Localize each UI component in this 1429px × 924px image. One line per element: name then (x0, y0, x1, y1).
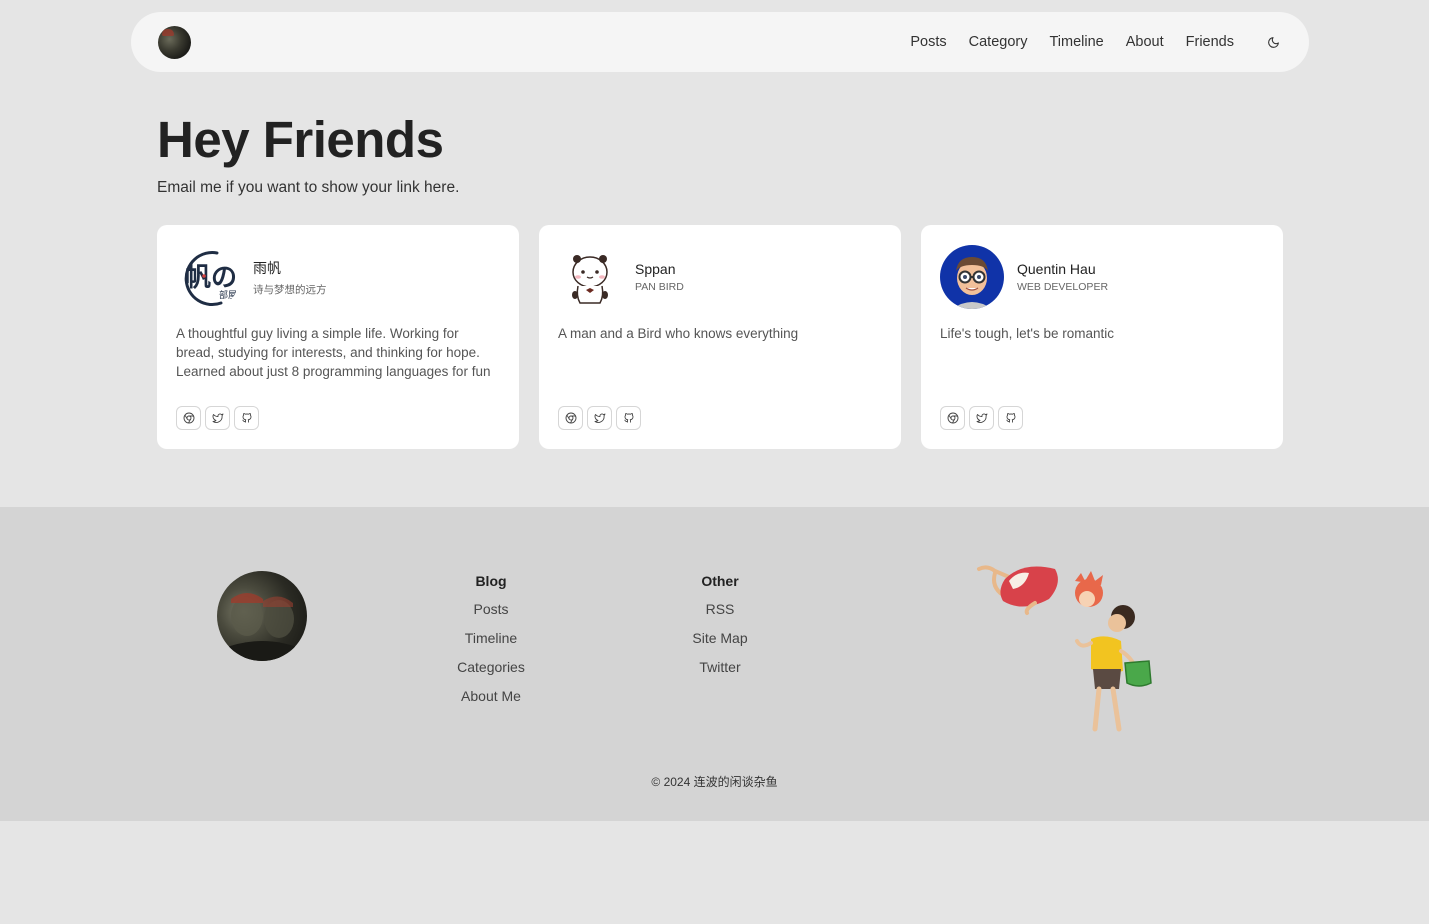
friend-links (558, 406, 641, 430)
github-icon (241, 413, 251, 423)
copyright-text: © 2024 连波的闲谈杂鱼 (651, 775, 778, 789)
moon-icon (1267, 36, 1279, 48)
avatar[interactable] (940, 245, 1004, 309)
portrait-image (217, 593, 307, 661)
footer-link-about-me[interactable]: About Me (441, 687, 541, 705)
footer-avatar (217, 571, 307, 661)
footer-blog-column: Blog Posts Timeline Categories About Me (441, 573, 541, 716)
friend-links (176, 406, 259, 430)
friend-name[interactable]: 雨帆 (253, 258, 327, 278)
twitter-icon (594, 413, 605, 423)
github-icon (623, 413, 633, 423)
website-link-button[interactable] (176, 406, 201, 430)
footer-other-column: Other RSS Site Map Twitter (670, 573, 770, 687)
friend-description: Life's tough, let's be romantic (940, 326, 1114, 341)
top-navbar: Posts Category Timeline About Friends (131, 12, 1309, 72)
twitter-link-button[interactable] (587, 406, 612, 430)
chrome-icon (183, 412, 194, 424)
footer-link-twitter[interactable]: Twitter (670, 658, 770, 676)
avatar-logo-subtext: 部屋 (219, 289, 237, 301)
nav-link-posts[interactable]: Posts (910, 34, 946, 50)
nav-link-timeline[interactable]: Timeline (1049, 34, 1103, 50)
website-link-button[interactable] (558, 406, 583, 430)
site-footer: Blog Posts Timeline Categories About Me … (0, 507, 1429, 821)
footer-link-timeline[interactable]: Timeline (441, 629, 541, 647)
website-link-button[interactable] (940, 406, 965, 430)
friend-description: A thoughtful guy living a simple life. W… (176, 326, 491, 379)
nav-link-friends[interactable]: Friends (1186, 34, 1234, 50)
github-link-button[interactable] (616, 406, 641, 430)
footer-link-posts[interactable]: Posts (441, 600, 541, 618)
ponyo-illustration (975, 559, 1155, 744)
friend-card-sppan[interactable]: Sppan PAN BIRD A man and a Bird who know… (539, 225, 901, 449)
friend-role: 诗与梦想的远方 (253, 283, 327, 296)
friend-description: A man and a Bird who knows everything (558, 326, 799, 341)
theme-toggle-button[interactable] (1264, 33, 1282, 51)
fan-logo-icon: 帆の 部屋 (184, 251, 237, 307)
twitter-icon (976, 413, 987, 423)
friend-role: PAN BIRD (635, 281, 684, 293)
footer-link-categories[interactable]: Categories (441, 658, 541, 676)
nav-links: Posts Category Timeline About Friends (888, 33, 1282, 51)
avatar-logo-text: 帆の (185, 263, 237, 293)
twitter-link-button[interactable] (969, 406, 994, 430)
chrome-icon (947, 412, 958, 424)
page-subtitle: Email me if you want to show your link h… (157, 179, 460, 196)
avatar[interactable] (558, 245, 622, 309)
github-link-button[interactable] (234, 406, 259, 430)
friend-card-yufan[interactable]: 帆の 部屋 雨帆 诗与梦想的远方 A thoughtful guy living… (157, 225, 519, 449)
nav-link-category[interactable]: Category (969, 34, 1028, 50)
footer-heading-other: Other (701, 573, 739, 589)
footer-link-rss[interactable]: RSS (670, 600, 770, 618)
friend-name[interactable]: Sppan (635, 261, 684, 277)
github-link-button[interactable] (998, 406, 1023, 430)
panda-avatar-icon (572, 255, 608, 304)
footer-link-site-map[interactable]: Site Map (670, 629, 770, 647)
friend-links (940, 406, 1023, 430)
friend-role: WEB DEVELOPER (1017, 281, 1109, 293)
twitter-icon (212, 413, 223, 423)
footer-heading-blog: Blog (475, 573, 507, 589)
friend-cards: 帆の 部屋 雨帆 诗与梦想的远方 A thoughtful guy living… (157, 225, 1283, 449)
avatar[interactable]: 帆の 部屋 (176, 245, 240, 309)
site-logo-avatar[interactable] (158, 25, 191, 59)
twitter-link-button[interactable] (205, 406, 230, 430)
chrome-icon (565, 412, 576, 424)
page-title: Hey Friends (157, 111, 444, 168)
nav-link-about[interactable]: About (1126, 34, 1164, 50)
github-icon (1005, 413, 1015, 423)
friend-card-quentin-hau[interactable]: Quentin Hau WEB DEVELOPER Life's tough, … (921, 225, 1283, 449)
friend-name[interactable]: Quentin Hau (1017, 261, 1108, 277)
memoji-avatar-icon (952, 257, 992, 309)
